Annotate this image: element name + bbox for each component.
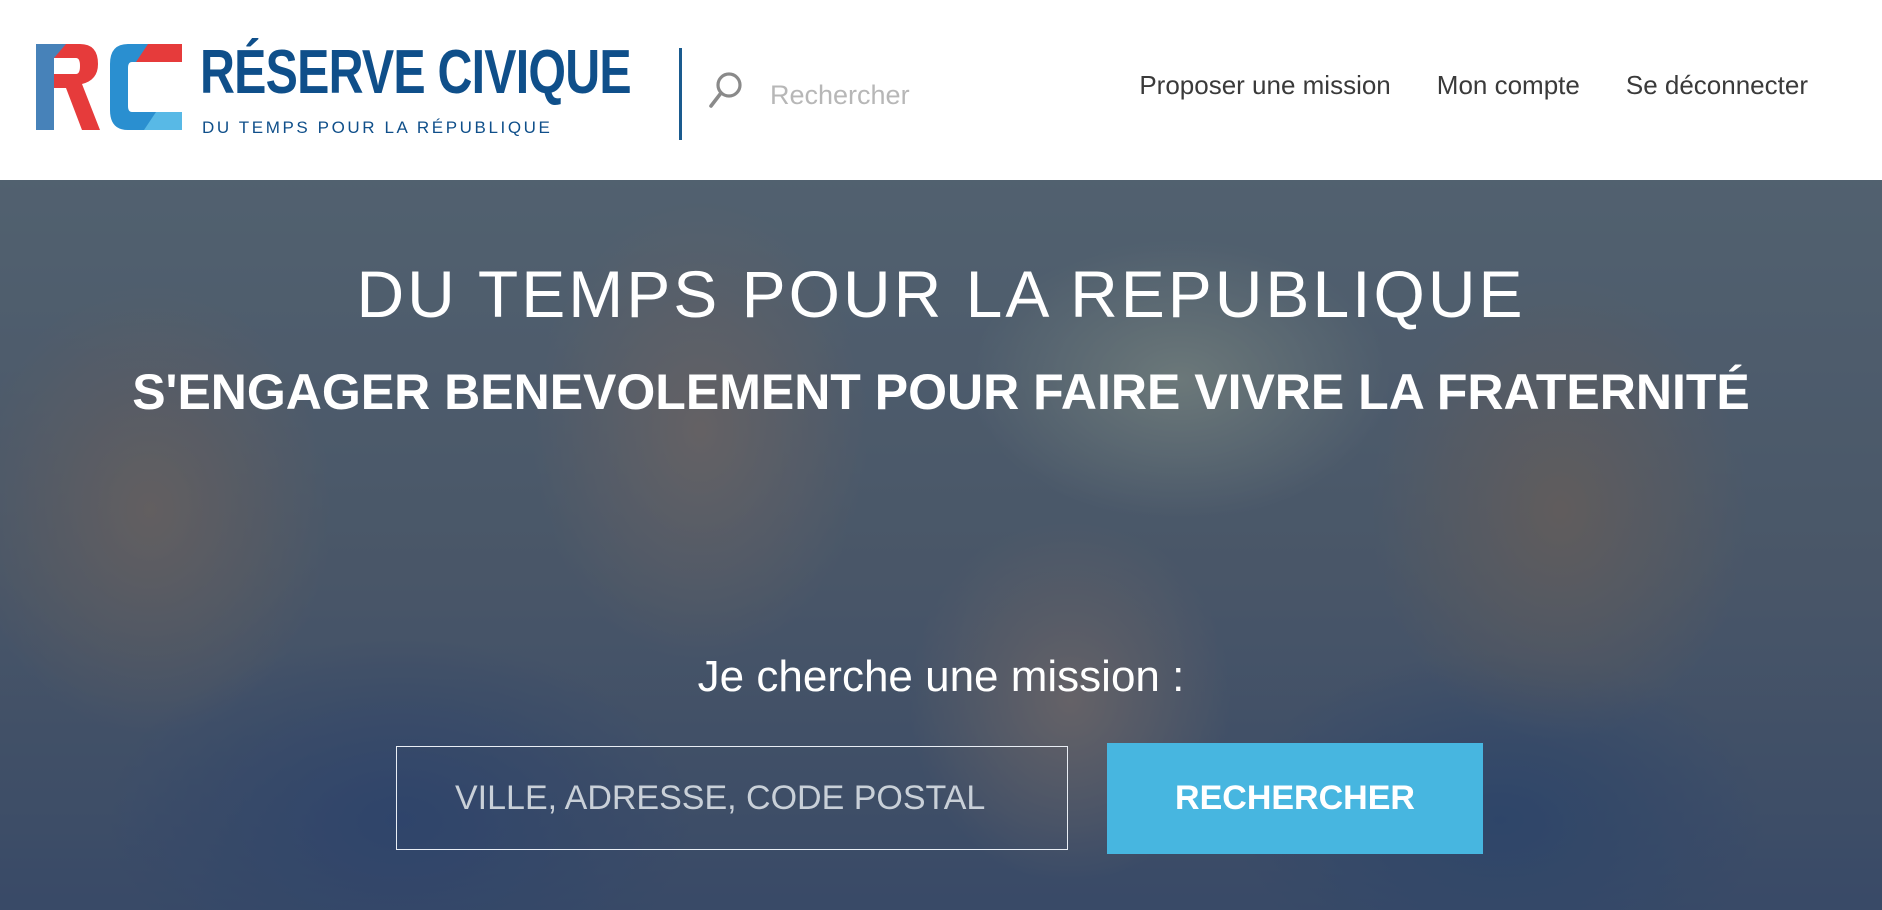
header-search-input[interactable] bbox=[768, 70, 1022, 120]
brand-tagline: DU TEMPS POUR LA RÉPUBLIQUE bbox=[202, 118, 553, 137]
nav-logout[interactable]: Se déconnecter bbox=[1626, 70, 1808, 101]
address-input[interactable] bbox=[396, 746, 1068, 850]
hero-subtitle: S'ENGAGER BENEVOLEMENT POUR FAIRE VIVRE … bbox=[132, 364, 1750, 420]
search-icon[interactable] bbox=[708, 70, 744, 115]
search-mission-button[interactable]: RECHERCHER bbox=[1107, 743, 1483, 854]
nav-my-account[interactable]: Mon compte bbox=[1437, 70, 1580, 101]
main-nav: Proposer une mission Mon compte Se décon… bbox=[1139, 70, 1808, 101]
rc-logo-icon bbox=[36, 44, 182, 130]
site-header: RÉSERVE CIVIQUE DU TEMPS POUR LA RÉPUBLI… bbox=[0, 0, 1882, 180]
hero-title: DU TEMPS POUR LA REPUBLIQUE bbox=[356, 257, 1526, 331]
header-divider bbox=[679, 48, 682, 140]
hero-banner: DU TEMPS POUR LA REPUBLIQUE S'ENGAGER BE… bbox=[0, 180, 1882, 910]
brand-title: RÉSERVE CIVIQUE bbox=[200, 38, 632, 107]
site-logo[interactable]: RÉSERVE CIVIQUE DU TEMPS POUR LA RÉPUBLI… bbox=[36, 34, 632, 144]
nav-propose-mission[interactable]: Proposer une mission bbox=[1139, 70, 1390, 101]
mission-search-label: Je cherche une mission : bbox=[697, 652, 1185, 701]
